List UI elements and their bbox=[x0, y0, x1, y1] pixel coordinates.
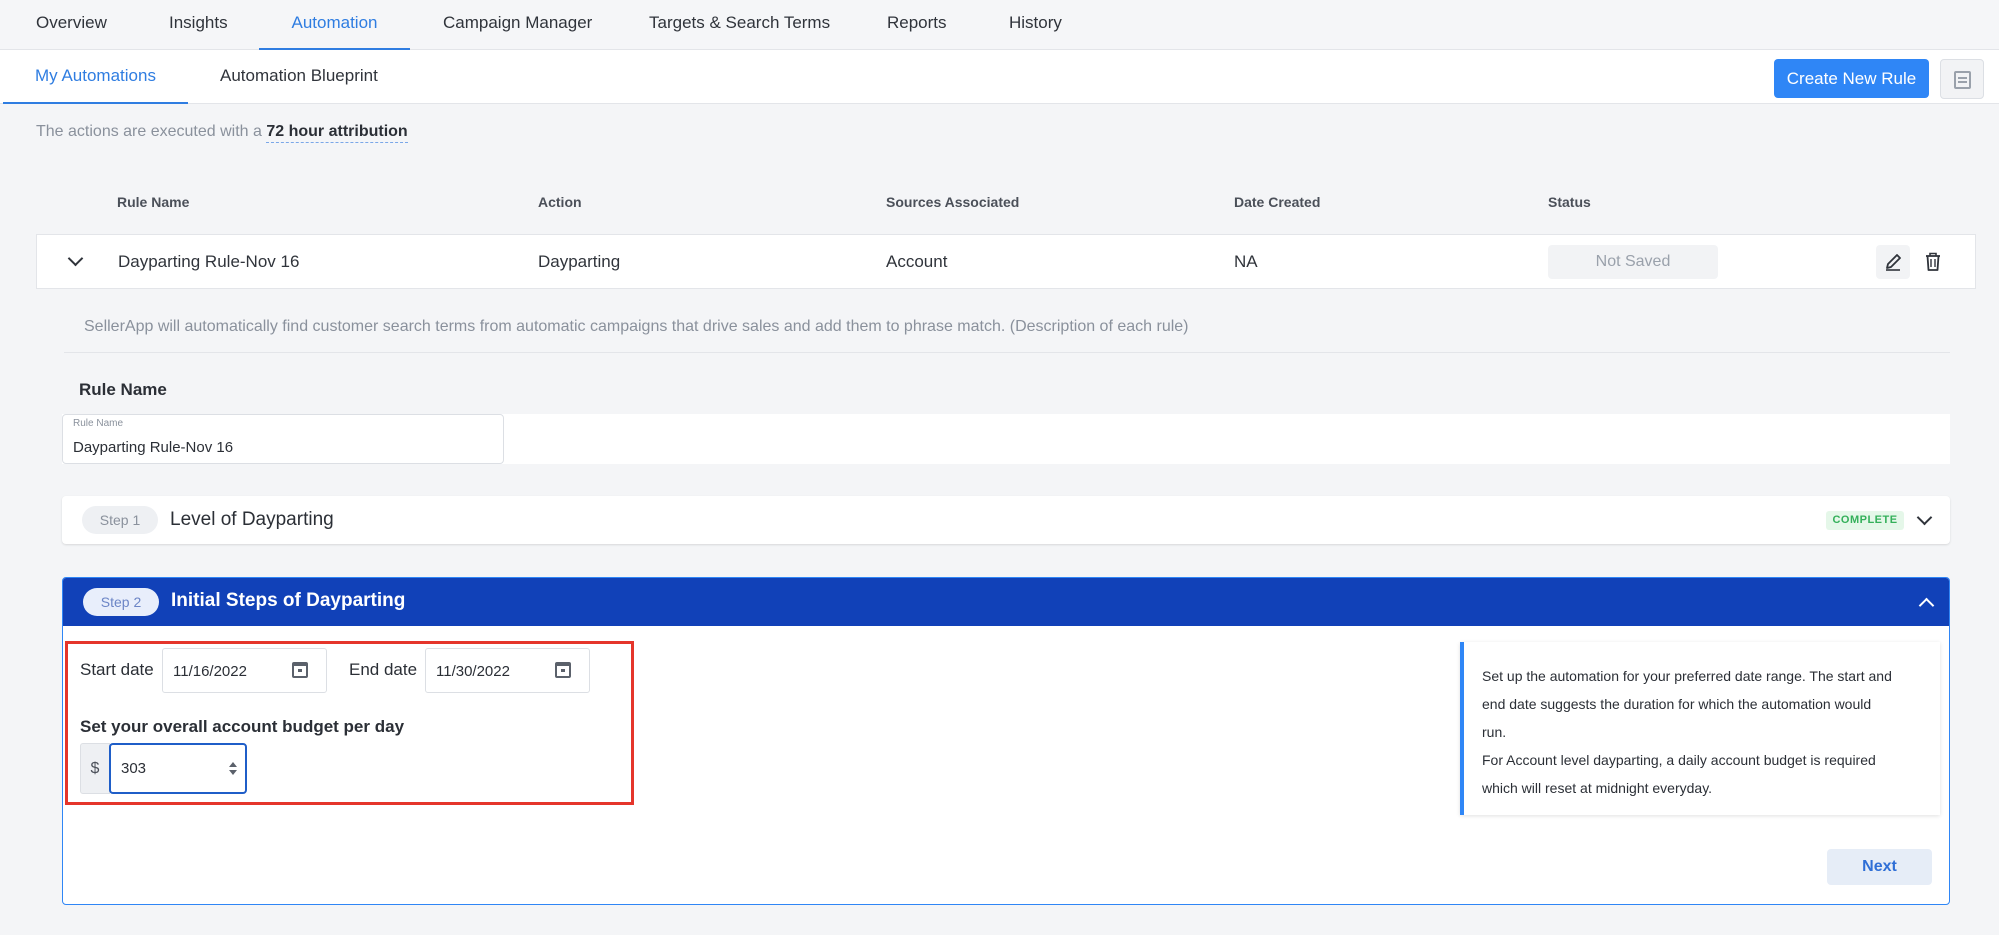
tab-insights[interactable]: Insights bbox=[169, 0, 228, 50]
tab-my-automations[interactable]: My Automations bbox=[3, 50, 188, 104]
rule-name-field[interactable]: Rule Name Dayparting Rule-Nov 16 bbox=[62, 414, 504, 464]
info-line: run. bbox=[1482, 724, 1507, 740]
step1-section[interactable]: Step 1 Level of Dayparting COMPLETE bbox=[62, 496, 1950, 544]
row-rule-name: Dayparting Rule-Nov 16 bbox=[118, 252, 300, 271]
step2-header[interactable]: Step 2 Initial Steps of Dayparting bbox=[63, 578, 1949, 626]
top-nav: Overview Insights Automation Campaign Ma… bbox=[0, 0, 1999, 50]
attribution-prefix: The actions are executed with a bbox=[36, 123, 262, 140]
edit-button[interactable] bbox=[1876, 245, 1910, 279]
header-sources-associated: Sources Associated bbox=[886, 194, 1020, 210]
row-action: Dayparting bbox=[538, 252, 621, 271]
sub-nav: My Automations Automation Blueprint bbox=[0, 50, 1999, 104]
create-new-rule-button[interactable]: Create New Rule bbox=[1774, 59, 1929, 98]
header-rule-name: Rule Name bbox=[117, 194, 190, 210]
header-status: Status bbox=[1548, 194, 1591, 210]
chevron-down-icon[interactable] bbox=[1916, 509, 1933, 526]
document-icon bbox=[1954, 71, 1971, 89]
tab-automation-blueprint[interactable]: Automation Blueprint bbox=[220, 50, 378, 104]
header-action: Action bbox=[538, 194, 582, 210]
tab-reports[interactable]: Reports bbox=[887, 0, 947, 50]
rule-name-field-value: Dayparting Rule-Nov 16 bbox=[73, 439, 234, 456]
document-button[interactable] bbox=[1940, 59, 1984, 99]
step1-title: Level of Dayparting bbox=[170, 509, 334, 530]
info-line: For Account level dayparting, a daily ac… bbox=[1482, 752, 1876, 768]
header-date-created: Date Created bbox=[1234, 194, 1321, 210]
info-line: end date suggests the duration for which… bbox=[1482, 696, 1872, 712]
delete-button[interactable] bbox=[1916, 245, 1950, 279]
tab-targets-search-terms[interactable]: Targets & Search Terms bbox=[649, 0, 830, 50]
complete-badge: COMPLETE bbox=[1826, 511, 1904, 530]
rule-name-heading: Rule Name bbox=[79, 380, 167, 399]
info-panel: Set up the automation for your preferred… bbox=[1460, 642, 1940, 815]
trash-icon bbox=[1926, 252, 1940, 271]
step2-pill: Step 2 bbox=[83, 588, 159, 616]
rule-description: SellerApp will automatically find custom… bbox=[84, 318, 1189, 335]
info-line: which will reset at midnight everyday. bbox=[1482, 780, 1713, 796]
row-date-created: NA bbox=[1234, 252, 1258, 271]
chevron-up-icon[interactable] bbox=[1918, 597, 1935, 614]
rule-name-field-label: Rule Name bbox=[73, 418, 124, 429]
tab-history[interactable]: History bbox=[1009, 0, 1062, 50]
divider bbox=[64, 352, 1950, 353]
status-badge: Not Saved bbox=[1548, 245, 1718, 279]
highlight-box bbox=[65, 641, 634, 805]
attribution-link[interactable]: 72 hour attribution bbox=[266, 123, 408, 143]
tab-automation[interactable]: Automation bbox=[259, 0, 410, 50]
step1-pill: Step 1 bbox=[82, 506, 158, 534]
step2-title: Initial Steps of Dayparting bbox=[171, 590, 406, 611]
tab-overview[interactable]: Overview bbox=[36, 0, 107, 50]
row-sources: Account bbox=[886, 252, 948, 271]
info-line: Set up the automation for your preferred… bbox=[1482, 668, 1892, 684]
attribution-note: The actions are executed with a 72 hour … bbox=[36, 123, 408, 143]
tab-campaign-manager[interactable]: Campaign Manager bbox=[443, 0, 592, 50]
pencil-icon bbox=[1886, 254, 1901, 271]
next-button[interactable]: Next bbox=[1827, 849, 1932, 885]
